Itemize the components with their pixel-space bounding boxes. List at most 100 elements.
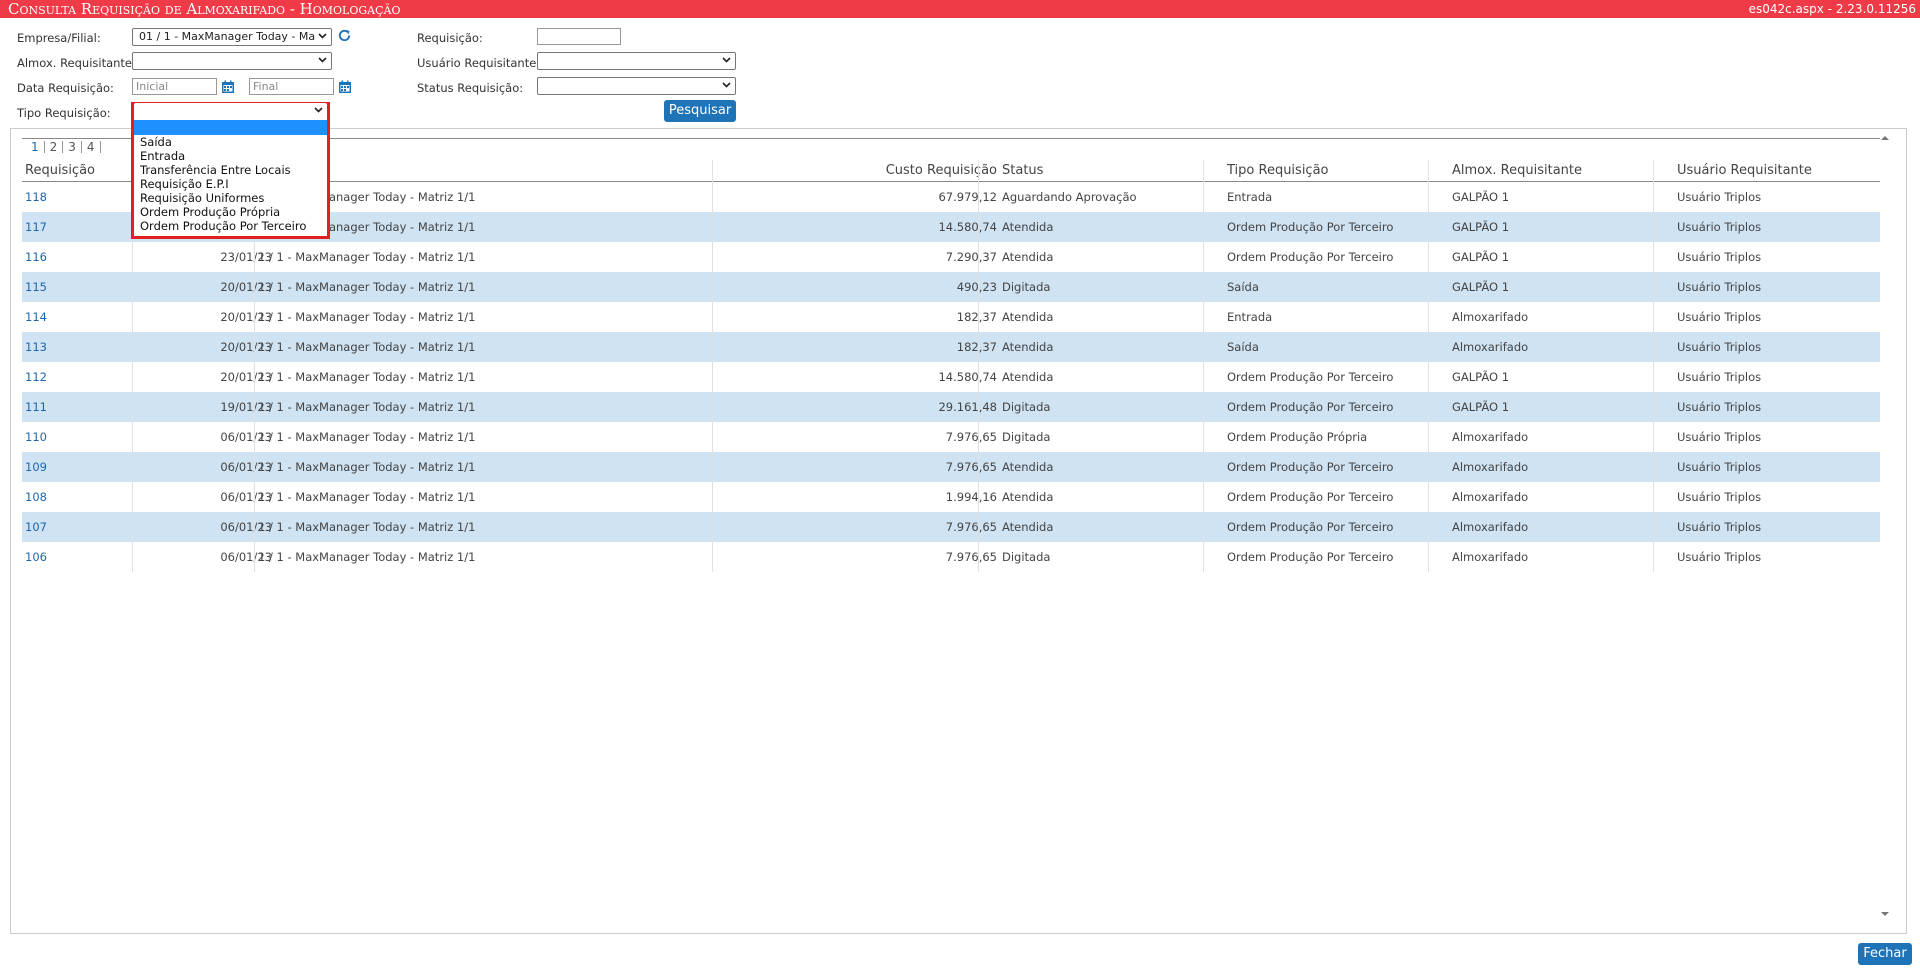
tipo-option[interactable]: Ordem Produção Própria [134,205,327,219]
tipo-select[interactable] [134,103,327,119]
data-inicial-input[interactable]: Inicial [132,78,217,95]
cell-requisicao[interactable]: 111 [25,400,47,414]
col-usuario[interactable]: Usuário Requisitante [1677,163,1812,178]
table-row[interactable]: 108 06/01/23 1 / 1 - MaxManager Today - Ma… [22,482,1880,512]
scroll-up-icon[interactable] [1880,134,1890,142]
tipo-option[interactable]: Ordem Produção Por Terceiro [134,219,327,233]
version-label: es042c.aspx - 2.23.0.11256 [1748,2,1916,16]
close-button[interactable]: Fechar [1858,943,1912,965]
page-link[interactable]: 1 [26,141,45,153]
empresa-select[interactable]: 01 / 1 - MaxManager Today - Ma [132,28,332,46]
cell-empresa: 1 / 1 - MaxManager Today - Matriz 1/1 [258,520,476,534]
cell-almox: Almoxarifado [1452,340,1529,354]
page-link[interactable]: 4 [82,141,101,153]
col-status[interactable]: Status [1002,163,1043,178]
cell-empresa: 1 / 1 - MaxManager Today - Matriz 1/1 [258,400,476,414]
requisicao-input[interactable] [537,28,621,45]
cell-almox: Almoxarifado [1452,430,1529,444]
col-custo[interactable]: Custo Requisição [712,163,997,178]
cell-empresa: 1 / 1 - MaxManager Today - Matriz 1/1 [258,340,476,354]
cell-custo: 14.580,74 [938,220,997,234]
table-row[interactable]: 113 20/01/23 1 / 1 - MaxManager Today - Ma… [22,332,1880,362]
cell-requisicao[interactable]: 107 [25,520,47,534]
cell-custo: 7.976,65 [945,430,997,444]
cell-usuario: Usuário Triplos [1677,370,1762,384]
cell-almox: GALPÃO 1 [1452,280,1510,294]
tipo-option[interactable]: Requisição E.P.I [134,177,327,191]
cell-usuario: Usuário Triplos [1677,280,1762,294]
cell-requisicao[interactable]: 115 [25,280,47,294]
table-row[interactable]: 111 19/01/23 1 / 1 - MaxManager Today - Ma… [22,392,1880,422]
tipo-dropdown[interactable]: Saída Entrada Transferência Entre Locais Re… [131,102,330,239]
cell-almox: Almoxarifado [1452,490,1529,504]
table-row[interactable]: 109 06/01/23 1 / 1 - MaxManager Today - Ma… [22,452,1880,482]
data-final-input[interactable]: Final [249,78,334,95]
chevron-down-icon [314,107,323,113]
table-row[interactable]: 107 06/01/23 1 / 1 - MaxManager Today - Ma… [22,512,1880,542]
tipo-option[interactable]: Requisição Uniformes [134,191,327,205]
page-link[interactable]: 2 [45,141,64,153]
tipo-option[interactable]: Saída [134,135,327,149]
cell-status: Digitada [1002,400,1051,414]
tipo-option-blank[interactable] [134,120,327,135]
search-button[interactable]: Pesquisar [664,100,736,122]
cell-tipo: Entrada [1227,310,1273,324]
empresa-select-value: 01 / 1 - MaxManager Today - Ma [139,30,316,43]
table-row[interactable]: 115 20/01/23 1 / 1 - MaxManager Today - Ma… [22,272,1880,302]
cell-requisicao[interactable]: 117 [25,220,47,234]
cell-tipo: Ordem Produção Por Terceiro [1227,400,1394,414]
requisicao-label: Requisição: [417,31,483,45]
status-select[interactable] [537,77,736,95]
usuario-label: Usuário Requisitante: [417,56,541,70]
calendar-icon[interactable] [338,80,352,94]
col-divider [1653,160,1654,572]
col-divider [1203,160,1204,572]
scroll-down-icon[interactable] [1880,910,1890,918]
almox-select[interactable] [132,52,332,70]
col-almox[interactable]: Almox. Requisitante [1452,163,1582,178]
table-row[interactable]: 110 06/01/23 1 / 1 - MaxManager Today - Ma… [22,422,1880,452]
cell-almox: Almoxarifado [1452,310,1529,324]
cell-empresa: 1 / 1 - MaxManager Today - Matriz 1/1 [258,250,476,264]
cell-requisicao[interactable]: 109 [25,460,47,474]
table-row[interactable]: 114 20/01/23 1 / 1 - MaxManager Today - Ma… [22,302,1880,332]
cell-requisicao[interactable]: 114 [25,310,47,324]
cell-requisicao[interactable]: 113 [25,340,47,354]
table-row[interactable]: 106 06/01/23 1 / 1 - MaxManager Today - Ma… [22,542,1880,572]
cell-status: Atendida [1002,520,1054,534]
cell-custo: 182,37 [956,340,997,354]
tipo-label: Tipo Requisição: [17,106,111,120]
refresh-icon[interactable] [337,28,352,43]
cell-empresa: 1 / 1 - MaxManager Today - Matriz 1/1 [258,460,476,474]
col-requisicao[interactable]: Requisição [25,163,95,178]
grid-body: 118 1 / 1 - MaxManager Today - Matriz 1/1… [22,182,1880,572]
cell-empresa: 1 / 1 - MaxManager Today - Matriz 1/1 [258,370,476,384]
col-tipo[interactable]: Tipo Requisição [1227,163,1329,178]
calendar-icon[interactable] [221,80,235,94]
cell-requisicao[interactable]: 110 [25,430,47,444]
cell-requisicao[interactable]: 112 [25,370,47,384]
cell-usuario: Usuário Triplos [1677,190,1762,204]
tipo-option[interactable]: Entrada [134,149,327,163]
cell-tipo: Ordem Produção Por Terceiro [1227,460,1394,474]
cell-requisicao[interactable]: 116 [25,250,47,264]
cell-data: 23/01/23 [220,250,272,264]
col-divider [978,160,979,572]
cell-usuario: Usuário Triplos [1677,430,1762,444]
cell-custo: 7.976,65 [945,550,997,564]
cell-data: 06/01/23 [220,520,272,534]
cell-requisicao[interactable]: 118 [25,190,47,204]
cell-empresa: 1 / 1 - MaxManager Today - Matriz 1/1 [258,310,476,324]
cell-usuario: Usuário Triplos [1677,220,1762,234]
cell-requisicao[interactable]: 108 [25,490,47,504]
cell-tipo: Saída [1227,340,1259,354]
cell-custo: 1.994,16 [945,490,997,504]
tipo-option[interactable]: Transferência Entre Locais [134,163,327,177]
cell-tipo: Entrada [1227,190,1273,204]
cell-tipo: Ordem Produção Por Terceiro [1227,550,1394,564]
usuario-select[interactable] [537,52,736,70]
table-row[interactable]: 116 23/01/23 1 / 1 - MaxManager Today - Ma… [22,242,1880,272]
cell-requisicao[interactable]: 106 [25,550,47,564]
page-link[interactable]: 3 [63,141,82,153]
table-row[interactable]: 112 20/01/23 1 / 1 - MaxManager Today - Ma… [22,362,1880,392]
